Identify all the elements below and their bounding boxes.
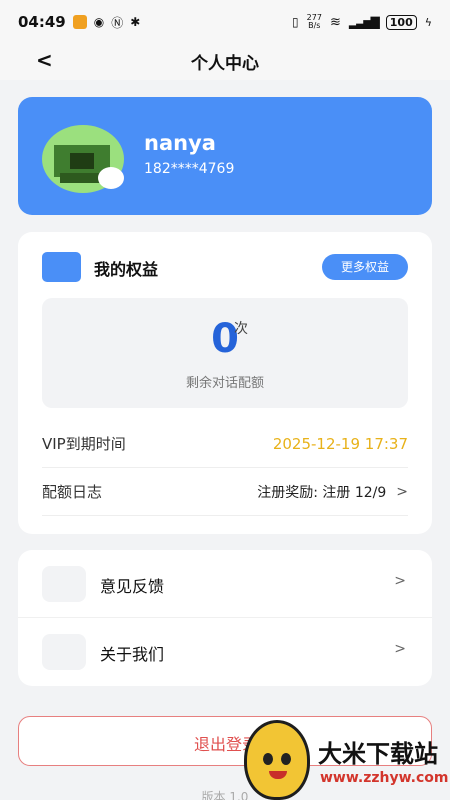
quota-count: 0 <box>211 316 239 362</box>
status-bar: 04:49 ◉ Ⓝ ✱ ▯ 277 B/s ≋ ▂▃▅▇ 100 ϟ <box>0 0 450 44</box>
battery-indicator: 100 <box>385 14 417 30</box>
back-button[interactable]: < <box>36 48 53 72</box>
eye-icon: ◉ <box>93 15 105 29</box>
avatar-pixel-shape <box>60 173 100 183</box>
phone-number: 182****4769 <box>144 161 235 177</box>
status-left: 04:49 ◉ Ⓝ ✱ <box>18 13 140 31</box>
more-rights-button[interactable]: 更多权益 <box>322 254 408 280</box>
quota-label: 剩余对话配额 <box>185 376 264 391</box>
profile-card: nanya 182****4769 <box>18 97 432 215</box>
rights-icon <box>42 252 81 282</box>
chevron-right-icon: > <box>396 483 408 500</box>
watermark-title: 大米下载站 <box>318 740 438 768</box>
page-title: 个人中心 <box>191 54 259 74</box>
network-speed-unit: B/s <box>308 21 321 30</box>
menu-card: 意见反馈 > 关于我们 > <box>18 550 432 686</box>
network-speed: 277 B/s <box>307 14 322 30</box>
wifi-icon: ≋ <box>329 14 341 30</box>
chevron-right-icon: > <box>394 573 406 589</box>
rights-card: 我的权益 更多权益 0 次 剩余对话配额 VIP到期时间 2025-12-19 … <box>18 232 432 534</box>
quota-unit: 次 <box>234 321 248 337</box>
notification-app-icon <box>72 15 87 29</box>
nfc-icon: Ⓝ <box>111 15 124 30</box>
vibrate-icon: ▯ <box>292 15 299 29</box>
nav-bar: 个人中心 < <box>0 44 450 80</box>
quota-log-label: 配额日志 <box>42 483 103 501</box>
mascot-eye <box>281 753 291 765</box>
watermark-mascot-icon <box>244 720 310 800</box>
avatar-badge <box>98 167 124 189</box>
vip-expiry-value: 2025-12-19 17:37 <box>272 434 408 453</box>
username: nanya <box>144 131 216 155</box>
menu-item-label: 意见反馈 <box>100 577 165 596</box>
quota-log-row[interactable]: 配额日志 注册奖励: 注册 12/9 > <box>42 468 408 516</box>
vip-expiry-label: VIP到期时间 <box>42 435 126 453</box>
bluetooth-icon: ✱ <box>130 15 141 29</box>
charging-icon: ϟ <box>424 15 432 29</box>
watermark-url: www.zzhyw.com <box>320 770 449 786</box>
avatar-pixel-shape <box>70 153 94 169</box>
status-right: ▯ 277 B/s ≋ ▂▃▅▇ 100 ϟ <box>292 14 432 30</box>
menu-item-label: 关于我们 <box>100 645 165 664</box>
signal-icon: ▂▃▅▇ <box>348 15 380 29</box>
feedback-icon <box>42 566 86 602</box>
menu-item-about[interactable]: 关于我们 > <box>18 618 432 686</box>
status-time: 04:49 <box>18 13 66 31</box>
quota-box: 0 次 剩余对话配额 <box>42 298 408 408</box>
mascot-eye <box>263 753 273 765</box>
version-text: 版本 1.0 <box>201 790 249 800</box>
mascot-mouth <box>269 771 287 779</box>
rights-title: 我的权益 <box>94 260 159 279</box>
chevron-right-icon: > <box>394 641 406 657</box>
vip-expiry-row: VIP到期时间 2025-12-19 17:37 <box>42 420 408 468</box>
quota-log-value: 注册奖励: 注册 12/9 <box>257 484 387 501</box>
menu-item-feedback[interactable]: 意见反馈 > <box>18 550 432 618</box>
about-icon <box>42 634 86 670</box>
